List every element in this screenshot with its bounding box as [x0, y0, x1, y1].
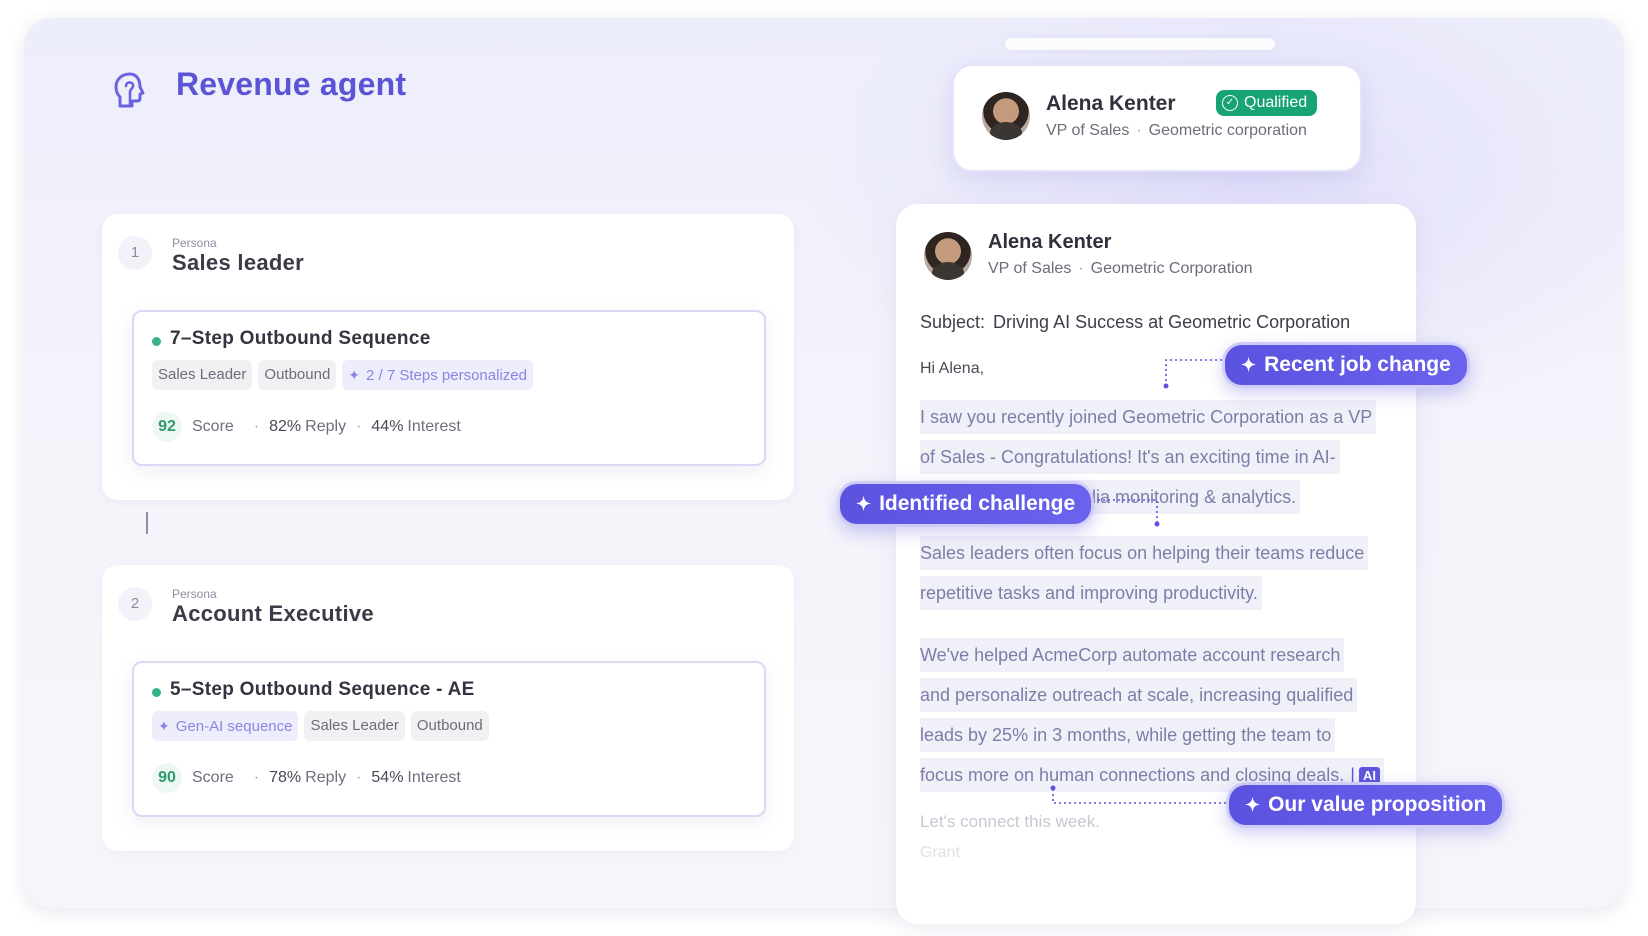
email-line: and personalize outreach at scale, incre… — [920, 678, 1358, 712]
tag: Sales Leader — [304, 711, 405, 741]
sequence-title: 7–Step Outbound Sequence — [170, 328, 431, 349]
ai-tag-label: Gen-AI sequence — [175, 718, 293, 735]
tag: Sales Leader — [152, 360, 253, 390]
interest-label: Interest — [407, 769, 461, 786]
email-line: We've helped AcmeCorp automate account r… — [920, 638, 1345, 672]
email-greeting: Hi Alena, — [920, 360, 985, 377]
profile-role: VP of Sales — [1046, 122, 1130, 139]
page-title: Revenue agent — [176, 66, 407, 102]
sparkle-icon: ✦ — [856, 494, 872, 514]
recipient-company: Geometric Corporation — [1090, 260, 1253, 277]
qualified-badge: ✓ Qualified — [1216, 90, 1318, 116]
reply-label: Reply — [305, 418, 347, 435]
score-label: Score — [192, 418, 234, 435]
sequence-card[interactable]: 5–Step Outbound Sequence - AE ✦ Gen-AI se… — [132, 661, 766, 817]
recipient-role: VP of Sales — [988, 260, 1072, 277]
persona-title: Account Executive — [172, 601, 374, 626]
profile-name: Alena Kenter — [1046, 92, 1176, 115]
sequence-title: 5–Step Outbound Sequence - AE — [170, 679, 475, 700]
sparkle-icon: ✦ — [158, 718, 170, 734]
email-line: I saw you recently joined Geometric Corp… — [920, 400, 1377, 434]
badge-label: Qualified — [1244, 94, 1308, 111]
interest-value: 54% — [371, 769, 404, 786]
ai-tag-label: 2 / 7 Steps personalized — [366, 367, 527, 384]
annotation-value-proposition[interactable]: ✦ Our value proposition — [1226, 782, 1506, 828]
interest-label: Interest — [407, 418, 461, 435]
sequence-stats: 90 Score · 78% Reply · 54% Interest — [152, 763, 461, 793]
annotation-label: Recent job change — [1264, 353, 1451, 376]
annotation-label: Our value proposition — [1268, 793, 1487, 816]
persona-connector — [146, 512, 148, 534]
recipient-name: Alena Kenter — [988, 231, 1112, 253]
annotation-label: Identified challenge — [879, 492, 1076, 515]
email-signoff: Grant — [920, 844, 961, 861]
persona-title: Sales leader — [172, 250, 305, 275]
persona-kicker: Persona — [172, 587, 217, 601]
avatar — [982, 92, 1030, 140]
sparkle-icon: ✦ — [348, 367, 361, 383]
email-paragraph-value: We've helped AcmeCorp automate account r… — [920, 638, 1384, 798]
profile-card[interactable]: Alena Kenter ✓ Qualified VP of Sales · Geo… — [952, 64, 1362, 172]
card-stack-edge — [1005, 38, 1275, 50]
reply-value: 82% — [269, 418, 302, 435]
persona-card-sales-leader[interactable]: 1 Persona Sales leader 7–Step Outbound S… — [102, 214, 794, 500]
avatar — [924, 232, 972, 280]
persona-number: 2 — [118, 587, 152, 621]
check-circle-icon: ✓ — [1222, 95, 1238, 111]
reply-label: Reply — [305, 769, 347, 786]
email-subject: Subject: Driving AI Success at Geometric … — [920, 312, 1350, 333]
tag: Outbound — [258, 360, 337, 390]
email-line: repetitive tasks and improving productiv… — [920, 576, 1262, 610]
subject-text: Driving AI Success at Geometric Corporat… — [993, 312, 1351, 332]
sequence-stats: 92 Score · 82% Reply · 44% Interest — [152, 412, 461, 442]
email-line: of Sales - Congratulations! It's an exci… — [920, 440, 1340, 474]
email-paragraph-challenge: Sales leaders often focus on helping the… — [920, 536, 1369, 616]
sparkle-icon: ✦ — [1245, 795, 1261, 815]
annotation-identified-challenge[interactable]: ✦ Identified challenge — [837, 481, 1095, 527]
annotation-recent-job-change[interactable]: ✦ Recent job change — [1222, 342, 1470, 388]
persona-number: 1 — [118, 236, 152, 270]
sparkle-icon: ✦ — [1241, 355, 1257, 375]
score-value: 92 — [152, 412, 182, 442]
tag-list: ✦ Gen-AI sequence Sales Leader Outbound — [152, 711, 489, 741]
ai-tag: ✦ 2 / 7 Steps personalized — [342, 360, 533, 390]
profile-company: Geometric corporation — [1148, 122, 1307, 139]
tag: Outbound — [410, 711, 489, 741]
persona-card-account-executive[interactable]: 2 Persona Account Executive 5–Step Outbo… — [102, 565, 794, 851]
email-closing: Let's connect this week. — [920, 812, 1100, 831]
email-line: leads by 25% in 3 months, while getting … — [920, 718, 1336, 752]
sequence-card[interactable]: 7–Step Outbound Sequence Sales Leader Ou… — [132, 310, 766, 466]
recipient-subtitle: VP of Sales · Geometric Corporation — [988, 260, 1253, 277]
tag-list: Sales Leader Outbound ✦ 2 / 7 Steps perso… — [152, 360, 533, 390]
interest-value: 44% — [371, 418, 404, 435]
score-value: 90 — [152, 763, 182, 793]
email-line: Sales leaders often focus on helping the… — [920, 536, 1369, 570]
status-dot — [152, 688, 161, 697]
persona-kicker: Persona — [172, 236, 217, 250]
reply-value: 78% — [269, 769, 302, 786]
ai-tag: ✦ Gen-AI sequence — [152, 711, 299, 741]
status-dot — [152, 337, 161, 346]
head-profile-icon — [114, 72, 145, 108]
score-label: Score — [192, 769, 234, 786]
profile-subtitle: VP of Sales · Geometric corporation — [1046, 122, 1307, 139]
subject-label: Subject: — [920, 312, 986, 332]
